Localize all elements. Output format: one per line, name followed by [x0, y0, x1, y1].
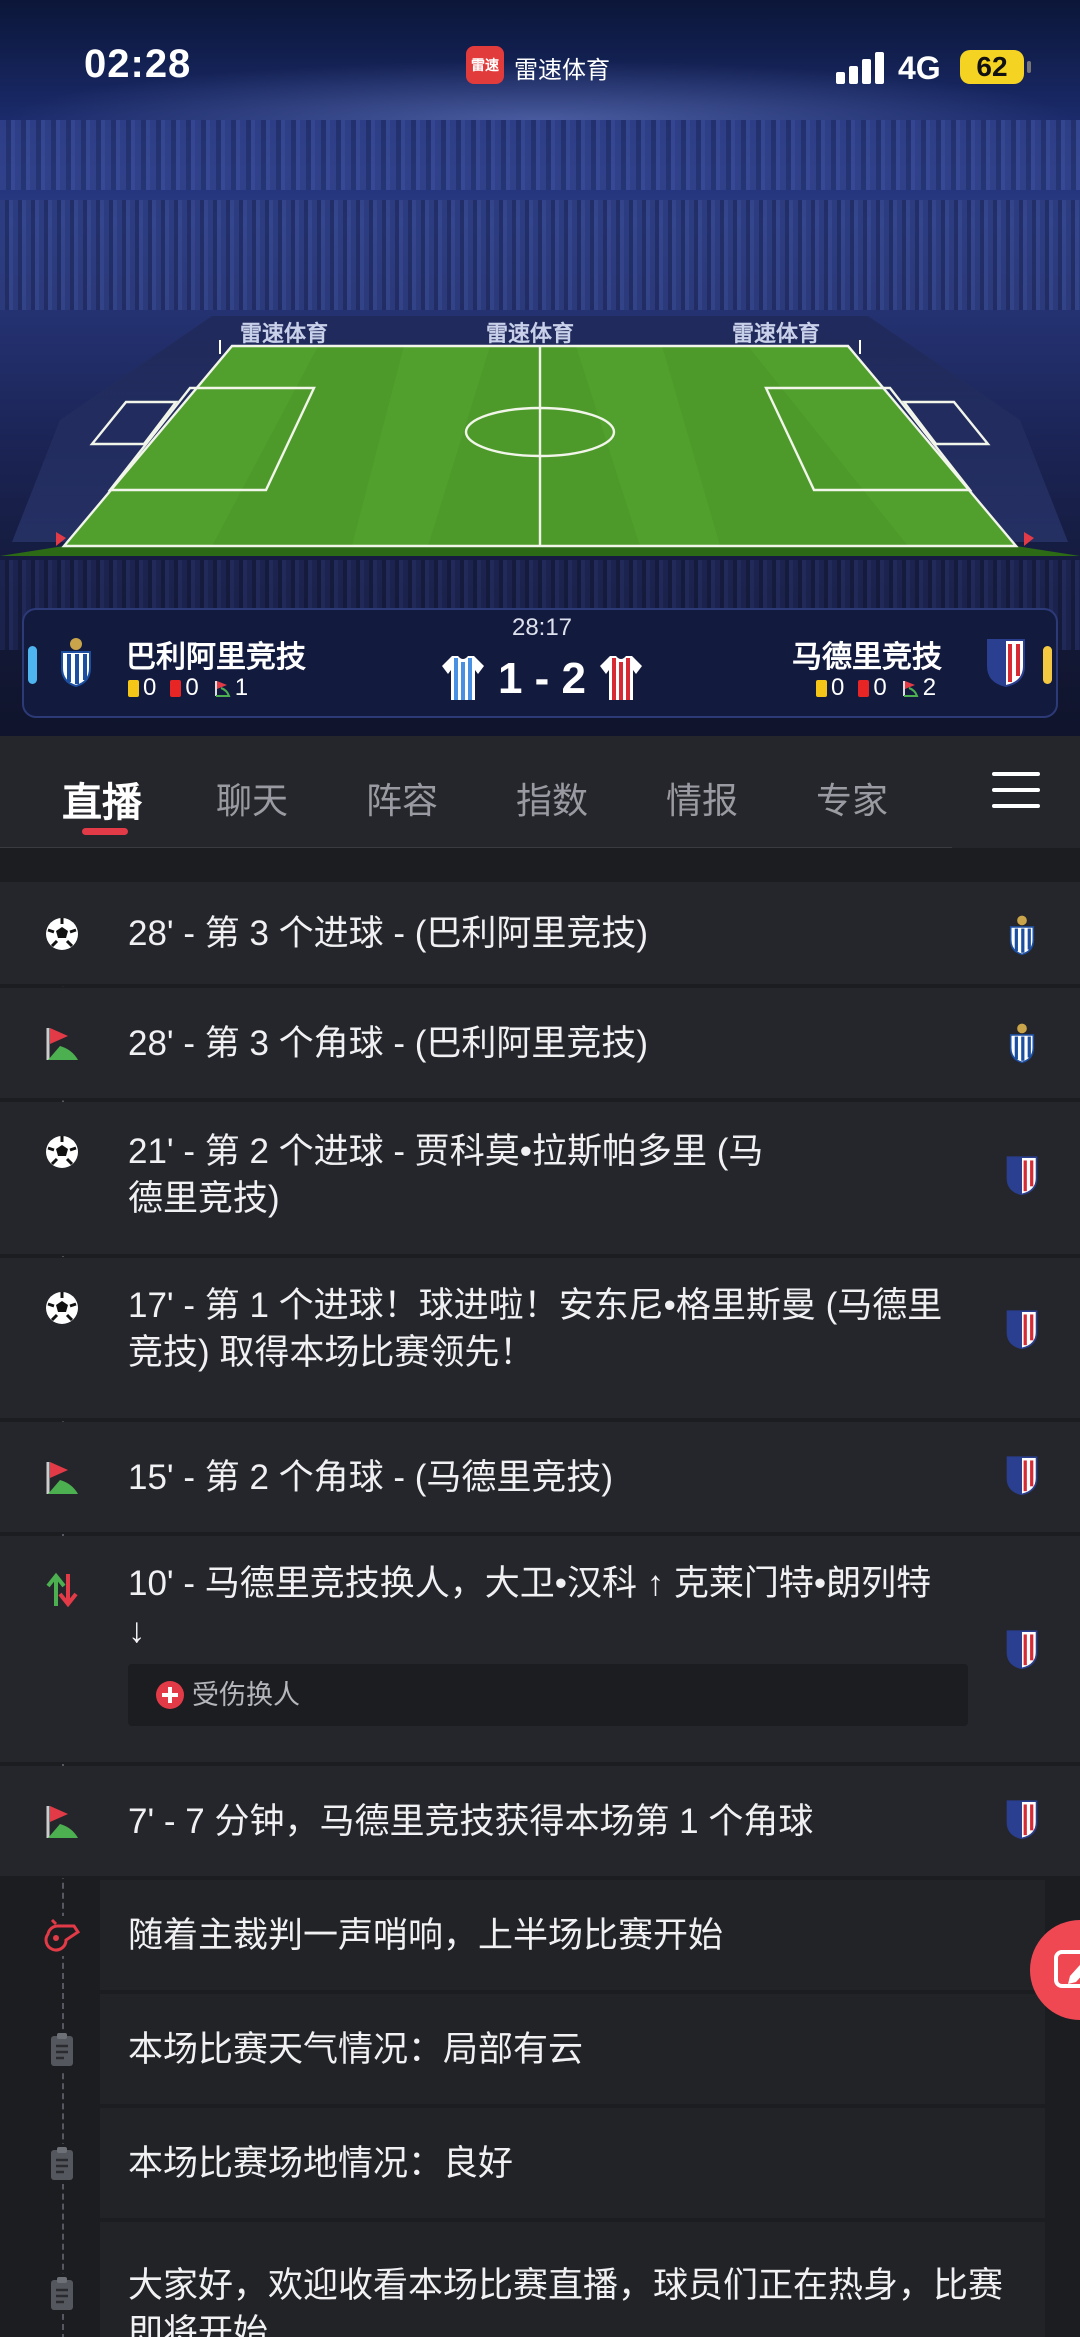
corner-flag-icon [42, 1802, 82, 1842]
event-row[interactable]: 本场比赛场地情况：良好 [42, 2108, 1045, 2220]
clipboard-icon [42, 2274, 82, 2314]
away-team-name[interactable]: 马德里竞技 [792, 632, 942, 676]
tab-odds[interactable]: 指数 [516, 772, 588, 824]
away-team-crest-icon [1006, 1456, 1038, 1496]
event-row[interactable]: 28' - 第 3 个角球 - (巴利阿里竞技) [0, 988, 1080, 1100]
away-team-crest-icon [987, 639, 1025, 688]
yellow-card-icon [816, 679, 827, 697]
event-row[interactable]: 17' - 第 1 个进球！球进啦！安东尼•格里斯曼 (马德里竞技) 取得本场比… [0, 1258, 1080, 1420]
pitch-ad-right: 雷速体育 [732, 321, 821, 346]
tab-live[interactable]: 直播 [62, 770, 142, 828]
event-row[interactable]: 本场比赛天气情况：局部有云 [42, 1994, 1045, 2106]
away-team-crest-icon [1006, 1800, 1038, 1840]
event-text: 本场比赛天气情况：局部有云 [128, 2030, 584, 2069]
event-text: 17' - 第 1 个进球！球进啦！安东尼•格里斯曼 (马德里竞技) 取得本场比… [128, 1286, 943, 1372]
event-text: 28' - 第 3 个角球 - (巴利阿里竞技) [128, 1024, 649, 1063]
substitution-icon [42, 1570, 82, 1610]
event-text: 21' - 第 2 个进球 - 贾科莫•拉斯帕多里 (马德里竞技) [128, 1132, 764, 1218]
active-tab-indicator [82, 828, 128, 835]
away-team-crest-icon [1006, 1156, 1038, 1196]
event-text: 10' - 马德里竞技换人，大卫•汉科 ↑ 克莱门特•朗列特 ↓ [128, 1564, 932, 1650]
cellular-signal-icon [836, 52, 886, 84]
event-row[interactable]: 7' - 7 分钟，马德里竞技获得本场第 1 个角球 [0, 1766, 1080, 1878]
away-team-crest-icon [1006, 1310, 1038, 1350]
scoreboard[interactable]: 巴利阿里竞技 0 0 1 28:17 1 - 2 马德里竞技 0 0 2 [22, 608, 1058, 718]
event-row[interactable]: 28' - 第 3 个进球 - (巴利阿里竞技) [0, 882, 1080, 986]
battery-icon: 62 [960, 50, 1031, 84]
tab-bar: 直播 聊天 阵容 指数 情报 专家 [0, 736, 1080, 848]
clipboard-icon [42, 2144, 82, 2184]
event-row[interactable]: 21' - 第 2 个进球 - 贾科莫•拉斯帕多里 (马德里竞技) [0, 1102, 1080, 1256]
medical-cross-icon [156, 1681, 184, 1709]
whistle-icon [42, 1916, 82, 1956]
event-text: 7' - 7 分钟，马德里竞技获得本场第 1 个角球 [128, 1802, 814, 1841]
event-text: 大家好，欢迎收看本场比赛直播，球员们正在热身，比赛即将开始 [128, 2266, 1004, 2337]
away-yellow-cards: 0 [816, 674, 844, 702]
pitch-ad-center: 雷速体育 [486, 321, 575, 346]
tab-lineup[interactable]: 阵容 [366, 772, 438, 824]
tab-experts[interactable]: 专家 [816, 772, 888, 824]
event-row[interactable]: 随着主裁判一声哨响，上半场比赛开始 [42, 1880, 1045, 1992]
red-card-icon [858, 679, 870, 697]
event-text: 28' - 第 3 个进球 - (巴利阿里竞技) [128, 914, 649, 953]
substitution-reason-tag: 受伤换人 [128, 1664, 968, 1726]
event-text: 15' - 第 2 个角球 - (马德里竞技) [128, 1458, 614, 1497]
soccer-ball-icon [42, 1288, 82, 1328]
away-kit-icon [600, 656, 642, 700]
app-name: 雷速体育 [514, 57, 610, 84]
app-logo-icon: 雷速 [466, 46, 504, 84]
menu-icon[interactable] [992, 772, 1040, 812]
status-time: 02:28 [84, 42, 192, 86]
soccer-ball-icon [42, 1132, 82, 1172]
event-text: 本场比赛场地情况：良好 [128, 2144, 514, 2183]
live-event-feed: 28' - 第 3 个进球 - (巴利阿里竞技) 28' - 第 3 个角球 -… [0, 870, 1080, 2337]
away-red-cards: 0 [858, 674, 887, 702]
soccer-ball-icon [42, 914, 82, 954]
football-pitch [0, 316, 1080, 556]
away-corners: 2 [901, 674, 936, 702]
network-type: 4G [898, 50, 941, 86]
event-text: 随着主裁判一声哨响，上半场比赛开始 [128, 1916, 724, 1955]
edit-icon [1054, 1950, 1080, 1988]
corner-flag-icon [42, 1024, 82, 1064]
corner-flag-icon [902, 681, 919, 697]
tab-divider [0, 847, 952, 848]
home-team-crest-icon [1009, 915, 1035, 956]
event-row[interactable]: 大家好，欢迎收看本场比赛直播，球员们正在热身，比赛即将开始 [42, 2222, 1045, 2337]
event-row[interactable]: 10' - 马德里竞技换人，大卫•汉科 ↑ 克莱门特•朗列特 ↓ 受伤换人 [0, 1536, 1080, 1764]
home-team-crest-icon [1009, 1023, 1035, 1064]
away-team-stats: 0 0 2 [816, 674, 936, 702]
status-bar: 02:28 雷速 雷速体育 4G 62 [0, 0, 1080, 130]
event-row[interactable]: 15' - 第 2 个角球 - (马德里竞技) [0, 1422, 1080, 1534]
stadium-stand-middle [0, 200, 1080, 310]
clipboard-icon [42, 2030, 82, 2070]
away-team-crest-icon [1006, 1630, 1038, 1670]
pitch-ad-left: 雷速体育 [240, 321, 329, 346]
stadium-stand-upper [0, 120, 1080, 190]
corner-flag-icon [42, 1458, 82, 1498]
tab-chat[interactable]: 聊天 [216, 772, 288, 824]
tab-intel[interactable]: 情报 [666, 772, 738, 824]
